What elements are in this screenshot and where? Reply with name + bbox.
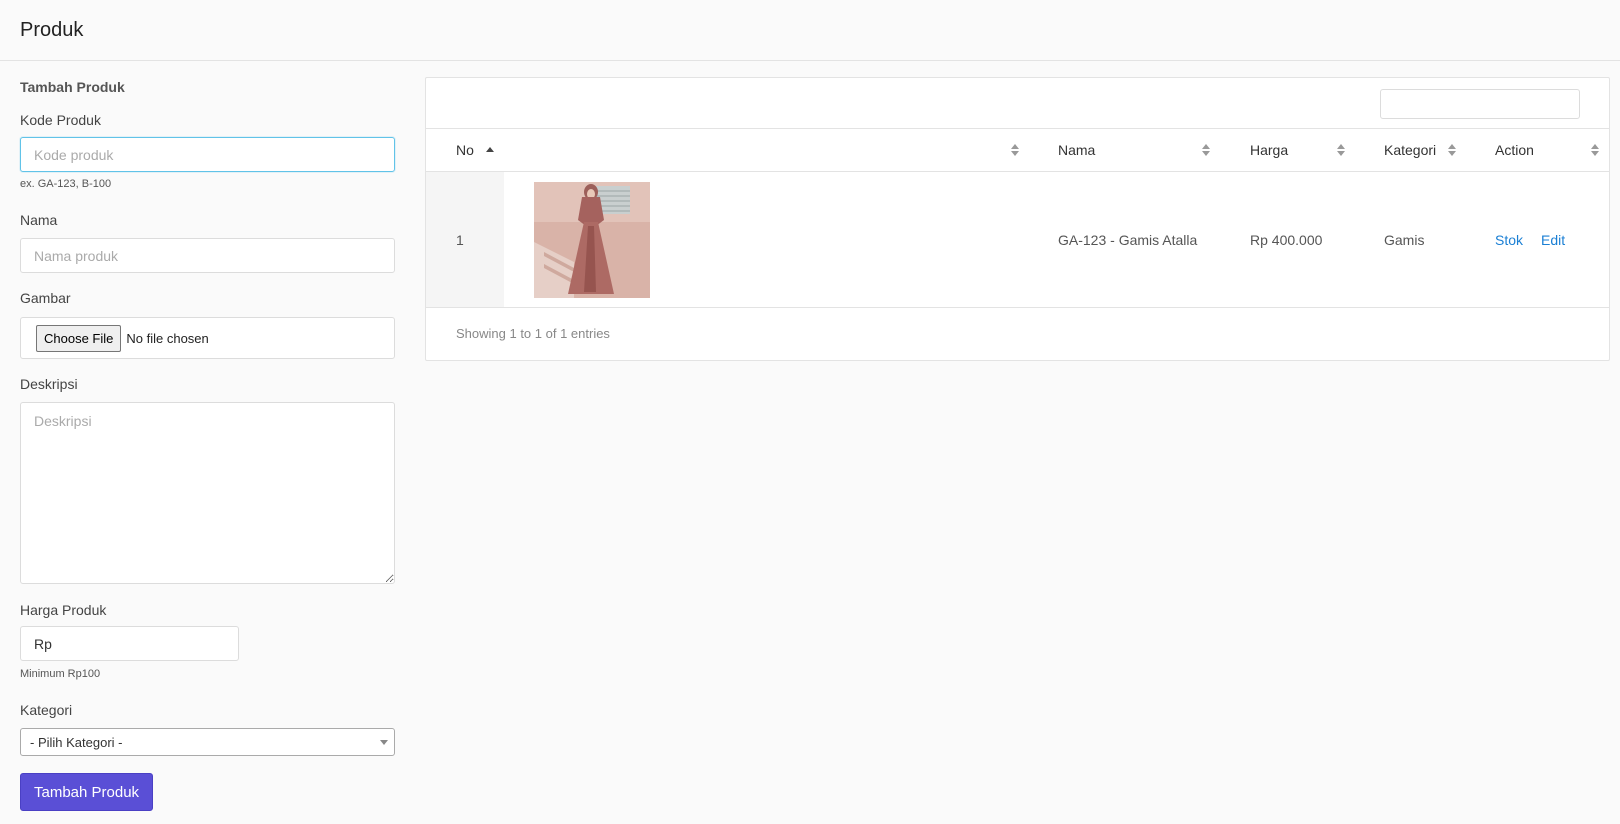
kode-produk-input[interactable] <box>20 137 395 172</box>
harga-input[interactable] <box>20 626 239 661</box>
table-header: No Nama Harga Kategori Action <box>426 128 1609 172</box>
row-number-cell <box>426 172 504 307</box>
page-header: Produk <box>0 0 1620 61</box>
sort-asc-icon <box>486 147 494 152</box>
row-no: 1 <box>456 231 464 248</box>
edit-link[interactable]: Edit <box>1541 232 1565 248</box>
page-title: Produk <box>20 18 84 41</box>
harga-label: Harga Produk <box>20 602 107 618</box>
table-row: 1 GA-123 - Gamis Atalla Rp 400.000 Gamis… <box>426 172 1609 308</box>
kode-produk-label: Kode Produk <box>20 112 101 128</box>
tambah-produk-button[interactable]: Tambah Produk <box>20 773 154 811</box>
file-status: No file chosen <box>126 330 209 346</box>
row-harga: Rp 400.000 <box>1250 231 1323 248</box>
deskripsi-textarea[interactable] <box>20 402 395 584</box>
kode-produk-help: ex. GA-123, B-100 <box>20 178 112 190</box>
gambar-label: Gambar <box>20 290 71 306</box>
search-input[interactable] <box>1380 89 1580 119</box>
choose-file-button[interactable]: Choose File <box>36 324 122 352</box>
form-title: Tambah Produk <box>20 79 125 95</box>
th-harga[interactable]: Harga <box>1250 129 1288 171</box>
product-image <box>534 182 650 298</box>
kategori-selected: - Pilih Kategori - <box>30 734 123 750</box>
th-action[interactable]: Action <box>1495 129 1534 171</box>
stok-link[interactable]: Stok <box>1495 232 1523 248</box>
kategori-label: Kategori <box>20 702 73 718</box>
th-kategori[interactable]: Kategori <box>1384 129 1436 171</box>
nama-input[interactable] <box>20 238 395 273</box>
kategori-select[interactable]: - Pilih Kategori - <box>20 728 395 756</box>
sort-icon[interactable] <box>1591 144 1599 157</box>
sort-icon[interactable] <box>1202 144 1210 157</box>
harga-help: Minimum Rp100 <box>20 668 101 680</box>
th-nama[interactable]: Nama <box>1058 129 1095 171</box>
sort-icon[interactable] <box>1011 144 1019 157</box>
deskripsi-label: Deskripsi <box>20 376 78 392</box>
row-actions: Stok Edit <box>1495 172 1565 307</box>
table-info: Showing 1 to 1 of 1 entries <box>456 326 610 341</box>
sort-icon[interactable] <box>1448 144 1456 157</box>
th-no[interactable]: No <box>456 129 474 171</box>
product-table-card: No Nama Harga Kategori Action 1 GA-123 -… <box>425 77 1610 361</box>
file-input[interactable]: Choose File No file chosen <box>20 317 395 359</box>
nama-label: Nama <box>20 212 58 228</box>
chevron-down-icon <box>380 740 388 745</box>
row-kategori: Gamis <box>1384 231 1425 248</box>
sort-icon[interactable] <box>1337 144 1345 157</box>
row-nama: GA-123 - Gamis Atalla <box>1058 231 1198 248</box>
